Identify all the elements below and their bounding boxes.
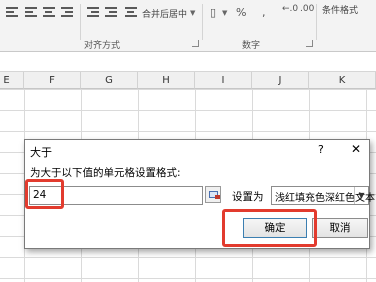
dialog-prompt: 为大于以下值的单元格设置格式: — [30, 167, 181, 179]
align-left-icon[interactable] — [24, 6, 38, 19]
align-left-icon[interactable] — [5, 6, 19, 19]
decrease-decimal-icon[interactable]: .00 — [300, 4, 314, 14]
column-header-j[interactable]: J — [252, 72, 309, 89]
chevron-down-icon[interactable]: ▼ — [354, 187, 368, 204]
close-icon[interactable]: ✕ — [351, 142, 361, 156]
group-label-number: 数字 — [242, 41, 261, 51]
decrease-indent-icon[interactable] — [86, 6, 100, 19]
dialog-title: 大于 — [30, 146, 52, 159]
help-icon[interactable]: ? — [318, 143, 324, 156]
dialog-launcher-icon[interactable] — [192, 40, 199, 47]
column-header-i[interactable]: I — [195, 72, 252, 89]
formula-bar-area — [0, 52, 376, 72]
percent-button[interactable]: % — [236, 6, 246, 19]
range-select-icon[interactable] — [205, 186, 221, 203]
comma-style-button[interactable]: , — [262, 6, 266, 19]
conditional-format-button[interactable]: 条件格式 — [322, 3, 358, 16]
column-header-f[interactable]: F — [24, 72, 81, 89]
align-right-icon[interactable] — [60, 6, 74, 19]
ok-button[interactable]: 确定 — [243, 218, 307, 238]
column-header-e[interactable]: E — [0, 72, 24, 89]
column-header-h[interactable]: H — [138, 72, 195, 89]
cancel-button[interactable]: 取消 — [312, 218, 368, 238]
ribbon-divider — [316, 4, 317, 40]
excel-window: 合并后居中 ▼ 对齐方式 ▯ ▼ % , ←.0 .00 数字 条件格式 E F… — [0, 0, 376, 282]
merge-center-button[interactable]: 合并后居中 — [142, 7, 187, 20]
merge-center-icon[interactable] — [124, 6, 138, 19]
chevron-down-icon[interactable]: ▼ — [222, 9, 227, 17]
increase-indent-icon[interactable] — [104, 6, 118, 19]
column-header-g[interactable]: G — [81, 72, 138, 89]
align-center-icon[interactable] — [42, 6, 56, 19]
greater-than-dialog: 大于 ? ✕ 为大于以下值的单元格设置格式: 24 设置为 浅红填充色深红色文本… — [24, 139, 375, 249]
increase-decimal-icon[interactable]: ←.0 — [282, 4, 298, 14]
ribbon-divider — [80, 4, 81, 40]
chevron-down-icon[interactable]: ▼ — [190, 9, 195, 17]
format-select[interactable]: 浅红填充色深红色文本 ▼ — [271, 186, 375, 205]
value-input[interactable]: 24 — [29, 186, 203, 205]
column-header-k[interactable]: K — [309, 72, 376, 89]
set-as-label: 设置为 — [232, 191, 264, 203]
currency-icon[interactable]: ▯ — [210, 6, 216, 19]
group-label-alignment: 对齐方式 — [84, 41, 121, 51]
ribbon-divider — [202, 4, 203, 40]
ribbon: 合并后居中 ▼ 对齐方式 ▯ ▼ % , ←.0 .00 数字 条件格式 — [0, 0, 376, 52]
dialog-launcher-icon[interactable] — [306, 40, 313, 47]
